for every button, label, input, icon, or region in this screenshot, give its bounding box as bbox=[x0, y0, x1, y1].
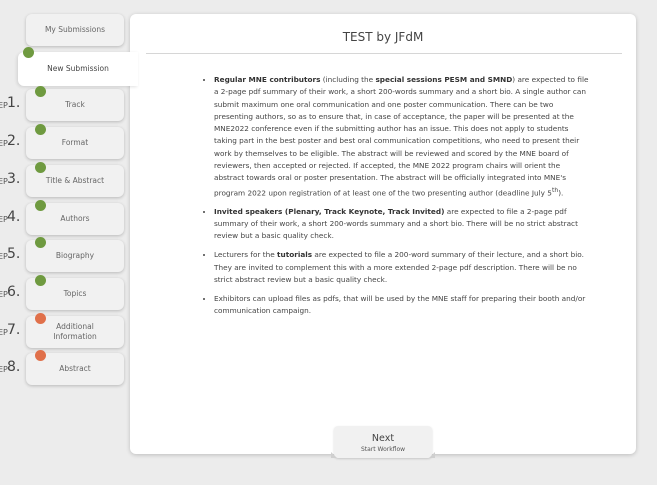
step-label: Topics bbox=[63, 288, 87, 298]
list-item: Lecturers for the tutorials are expected… bbox=[214, 249, 592, 286]
step-status-dot bbox=[35, 350, 46, 361]
step-number: EP 2. bbox=[0, 133, 30, 155]
next-button[interactable]: Next Start Workflow bbox=[331, 426, 435, 458]
step-num: 2. bbox=[7, 133, 21, 149]
step-num: 3. bbox=[7, 171, 21, 187]
title-divider bbox=[146, 53, 622, 54]
step-label: Abstract bbox=[59, 363, 91, 373]
step-label: Biography bbox=[55, 250, 95, 260]
page-title: TEST by JFdM bbox=[342, 30, 424, 44]
step-number: EP 6. bbox=[0, 284, 30, 306]
step-num: 7. bbox=[7, 322, 21, 338]
bold-text: special sessions PESM and SMND bbox=[375, 75, 513, 84]
list-item: Invited speakers (Plenary, Track Keynote… bbox=[214, 206, 592, 243]
body-text: ). bbox=[558, 188, 564, 198]
step-num: 5. bbox=[7, 246, 21, 262]
button-corner-decoration bbox=[331, 452, 337, 458]
step-num: 1. bbox=[7, 95, 21, 111]
step-label: Additional Information bbox=[53, 321, 97, 341]
list-item: Exhibitors can upload files as pdfs, tha… bbox=[214, 293, 592, 318]
step-status-dot bbox=[35, 162, 46, 173]
list-item: Regular MNE contributors (including the … bbox=[214, 74, 592, 199]
instructions-list: Regular MNE contributors (including the … bbox=[202, 74, 592, 324]
tab-my-submissions[interactable]: My Submissions bbox=[26, 14, 124, 46]
body-text: Exhibitors can upload files as pdfs, tha… bbox=[214, 293, 586, 315]
main-panel: TEST by JFdM Regular MNE contributors (i… bbox=[130, 14, 636, 458]
step-number: EP 5. bbox=[0, 246, 30, 268]
step-number: EP 8. bbox=[0, 359, 30, 381]
step-num: 6. bbox=[7, 284, 21, 300]
body-text: ) are expected to file a 2-page pdf summ… bbox=[214, 75, 589, 198]
tab-new-submission-label: New Submission bbox=[47, 63, 109, 73]
step-status-dot bbox=[35, 86, 46, 97]
step-number: EP 7. bbox=[0, 322, 30, 344]
body-text: Lecturers for the bbox=[214, 250, 278, 260]
step-status-dot bbox=[35, 313, 46, 324]
new-submission-status-dot bbox=[23, 47, 34, 58]
body-text: (including the bbox=[320, 75, 376, 84]
step-num: 8. bbox=[7, 359, 21, 375]
step-label: Title & Abstract bbox=[45, 175, 105, 185]
step-number: EP 1. bbox=[0, 95, 30, 117]
tab-my-submissions-label: My Submissions bbox=[44, 24, 106, 34]
step-number: EP 3. bbox=[0, 171, 30, 193]
tab-new-submission[interactable]: New Submission bbox=[18, 52, 138, 86]
step-status-dot bbox=[35, 200, 46, 211]
step-label: Format bbox=[61, 137, 89, 147]
step-status-dot bbox=[35, 237, 46, 248]
step-number: EP 4. bbox=[0, 209, 30, 231]
button-corner-decoration bbox=[429, 452, 435, 458]
bold-text: Regular MNE contributors bbox=[214, 75, 321, 84]
next-button-label: Next bbox=[371, 433, 395, 444]
step-status-dot bbox=[35, 124, 46, 135]
step-num: 4. bbox=[7, 209, 21, 225]
step-label: Authors bbox=[60, 213, 90, 223]
next-button-sublabel: Start Workflow bbox=[360, 446, 406, 453]
step-label: Track bbox=[65, 99, 85, 109]
bold-text: Invited speakers (Plenary, Track Keynote… bbox=[214, 206, 445, 216]
step-status-dot bbox=[35, 275, 46, 286]
bold-text: tutorials bbox=[277, 250, 313, 260]
